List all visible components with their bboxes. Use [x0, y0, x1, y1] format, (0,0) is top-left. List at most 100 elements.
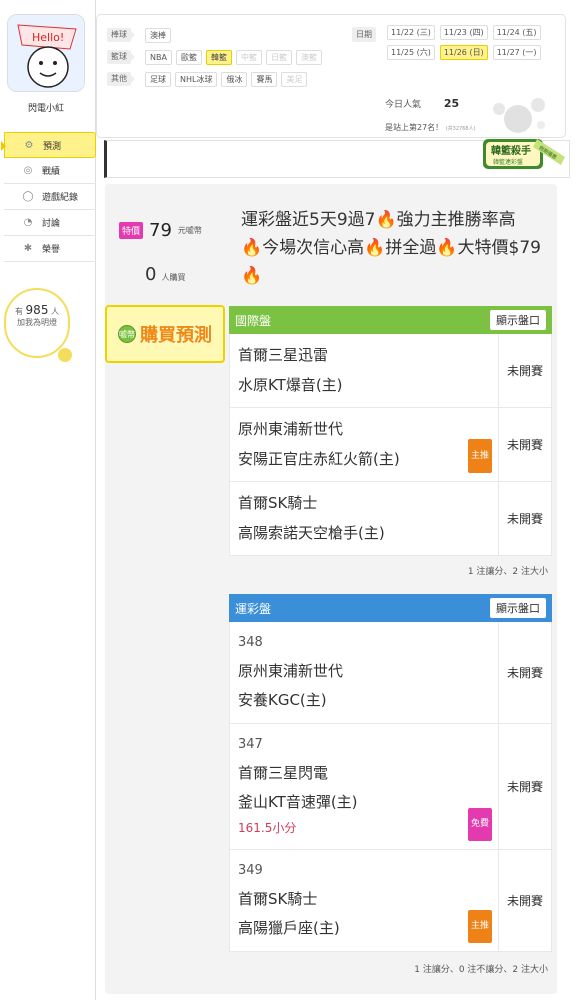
date-chip[interactable]: 11/22 (三): [387, 25, 435, 40]
sidebar-item-game-history[interactable]: ◯ 遊戲紀錄: [4, 184, 96, 210]
over-under-pick: 161.5小分: [238, 821, 297, 835]
away-team: 首爾三星閃電: [238, 764, 329, 782]
filter-category-label: 其他: [107, 72, 135, 86]
filter-chip[interactable]: NBA: [145, 49, 172, 65]
game-row: 首爾SK騎士 高陽索諾天空槍手(主) 未開賽: [229, 482, 552, 556]
fans-count-line: 有 985 人: [6, 303, 68, 317]
sidebar-nav: ⚙ 預測 ◎ 戰績 ◯ 遊戲紀錄 ◔ 討論 ✱ 榮譽: [1, 132, 96, 262]
home-team: 高陽獵戶座(主): [238, 919, 340, 937]
lottery-odds-section: 運彩盤 顯示盤口 348 原州東浦新世代 安養KGC(主) 未開賽 347 首爾…: [229, 594, 552, 952]
filter-row-other: 其他 足球 NHL冰球 俄冰 賽馬 美足: [107, 71, 308, 87]
section-title: 國際盤: [235, 313, 272, 328]
section-header: 國際盤 顯示盤口: [229, 306, 552, 334]
away-team: 原州東浦新世代: [238, 662, 344, 680]
popularity-value: 25: [443, 97, 460, 110]
date-chip[interactable]: 11/27 (一): [492, 45, 541, 60]
lottery-summary: 1 注讓分、0 注不讓分、2 注大小: [414, 965, 548, 975]
game-teams: 347 首爾三星閃電 釜山KT音速彈(主) 161.5小分 免費: [230, 724, 498, 849]
sidebar-item-discussion[interactable]: ◔ 討論: [4, 210, 96, 236]
filter-row-basketball: 籃球 NBA 歐籃 韓籃 中籃 日籃 澳籃: [107, 49, 322, 65]
show-odds-button[interactable]: 顯示盤口: [490, 310, 546, 330]
game-id: 349: [238, 863, 263, 878]
filter-chip[interactable]: 俄冰: [221, 71, 248, 87]
date-chip-selected[interactable]: 11/26 (日): [439, 45, 488, 60]
fans-prefix: 有: [15, 307, 23, 316]
game-id: 347: [238, 737, 263, 752]
fire-icon: 🔥: [364, 238, 386, 258]
price-box: 特價 79 元噓幣: [119, 220, 202, 241]
avatar[interactable]: Hello!: [7, 14, 85, 92]
game-teams: 原州東浦新世代 安陽正官庄赤紅火箭(主) 主推: [230, 408, 498, 481]
chat-icon: ◔: [23, 217, 33, 228]
price-value: 79: [149, 220, 172, 241]
title-part: 運彩盤近5天9過7: [241, 210, 376, 230]
filter-chip[interactable]: 澳棒: [145, 27, 171, 43]
filter-panel: 棒球 澳棒 籃球 NBA 歐籃 韓籃 中籃 日籃 澳籃 其他 足球 NHL冰球 …: [96, 14, 566, 138]
game-teams: 首爾三星迅雷 水原KT爆音(主): [230, 334, 498, 407]
game-status: 未開賽: [498, 408, 551, 481]
date-chip[interactable]: 11/23 (四): [439, 25, 488, 40]
home-team: 安陽正官庄赤紅火箭(主): [238, 450, 400, 468]
trophy-icon: ◎: [23, 165, 33, 176]
announcement-bar: 韓籃殺手 韓籃連彩盤 假期優惠: [104, 139, 570, 178]
rank-total: (共32768人): [445, 126, 476, 132]
game-status: 未開賽: [498, 482, 551, 555]
fans-bubble[interactable]: 有 985 人 加我為明燈: [4, 288, 72, 362]
sidebar-item-label: 預測: [43, 141, 62, 152]
game-teams: 首爾SK騎士 高陽索諾天空槍手(主): [230, 482, 498, 555]
price-unit: 元噓幣: [177, 226, 202, 235]
filter-row-baseball: 棒球 澳棒: [107, 27, 171, 43]
home-team: 安養KGC(主): [238, 691, 327, 709]
free-badge: 免費: [467, 808, 492, 841]
popularity: 今日人氣 25: [385, 97, 459, 110]
international-summary: 1 注讓分、2 注大小: [467, 567, 548, 577]
sidebar-item-record[interactable]: ◎ 戰績: [4, 158, 96, 184]
sidebar-item-label: 遊戲紀錄: [42, 193, 79, 203]
date-label: 日期: [352, 27, 376, 42]
game-row: 348 原州東浦新世代 安養KGC(主) 未開賽: [229, 622, 552, 724]
article-title: 運彩盤近5天9過7🔥強力主推勝率高 🔥今場次信心高🔥拼全過🔥大特價$79🔥: [241, 206, 551, 290]
fire-icon: 🔥: [436, 238, 458, 258]
site-rank: 是站上第27名！ (共32768人): [385, 122, 476, 133]
buyers-value: 0: [145, 264, 157, 285]
sidebar-item-label: 榮譽: [42, 245, 61, 255]
sidebar-item-predict[interactable]: ⚙ 預測: [1, 132, 96, 158]
filter-category-label: 籃球: [107, 50, 135, 64]
buyers-count: 0 人購買: [145, 264, 185, 285]
record-icon: ◯: [22, 191, 34, 202]
home-team: 高陽索諾天空槍手(主): [238, 524, 385, 542]
section-header: 運彩盤 顯示盤口: [229, 594, 552, 622]
game-status: 未開賽: [498, 622, 551, 723]
fans-count: 985: [25, 303, 49, 317]
international-odds-section: 國際盤 顯示盤口 首爾三星迅雷 水原KT爆音(主) 未開賽 原州東浦新世代 安陽…: [229, 306, 552, 556]
game-row: 首爾三星迅雷 水原KT爆音(主) 未開賽: [229, 334, 552, 408]
away-team: 原州東浦新世代: [238, 420, 344, 438]
buy-button-label: 購買預測: [140, 325, 212, 346]
badge-sub: 韓籃連彩盤: [493, 158, 523, 166]
popularity-label: 今日人氣: [385, 100, 422, 110]
filter-category-label: 棒球: [107, 28, 135, 42]
date-chip[interactable]: 11/25 (六): [387, 45, 435, 60]
date-chip[interactable]: 11/24 (五): [492, 25, 541, 40]
home-team: 水原KT爆音(主): [238, 376, 343, 394]
fans-suffix: 人: [51, 307, 59, 316]
filter-chip[interactable]: NHL冰球: [175, 71, 218, 87]
expert-badge-icon: 韓籃殺手 韓籃連彩盤 假期優惠: [483, 139, 565, 169]
buyers-unit: 人購買: [161, 273, 186, 282]
filter-chip[interactable]: 足球: [145, 71, 171, 87]
filter-chip[interactable]: 歐籃: [175, 49, 202, 65]
sidebar-item-honor[interactable]: ✱ 榮譽: [4, 236, 96, 262]
fire-icon: 🔥: [241, 266, 263, 286]
game-row: 原州東浦新世代 安陽正官庄赤紅火箭(主) 主推 未開賽: [229, 408, 552, 482]
filter-chip-selected[interactable]: 韓籃: [205, 49, 232, 65]
badge-main: 韓籃殺手: [491, 144, 531, 157]
fans-caption: 加我為明燈: [17, 318, 57, 327]
away-team: 首爾SK騎士: [238, 494, 318, 512]
filter-chip[interactable]: 賽馬: [251, 71, 278, 87]
main-pick-badge: 主推: [467, 439, 492, 473]
game-row: 347 首爾三星閃電 釜山KT音速彈(主) 161.5小分 免費 未開賽: [229, 724, 552, 850]
buy-prediction-button[interactable]: 噓幣 購買預測: [105, 305, 225, 363]
show-odds-button[interactable]: 顯示盤口: [490, 598, 546, 618]
lightbulb-icon: [58, 348, 72, 362]
filter-chip-disabled: 美足: [281, 71, 308, 87]
